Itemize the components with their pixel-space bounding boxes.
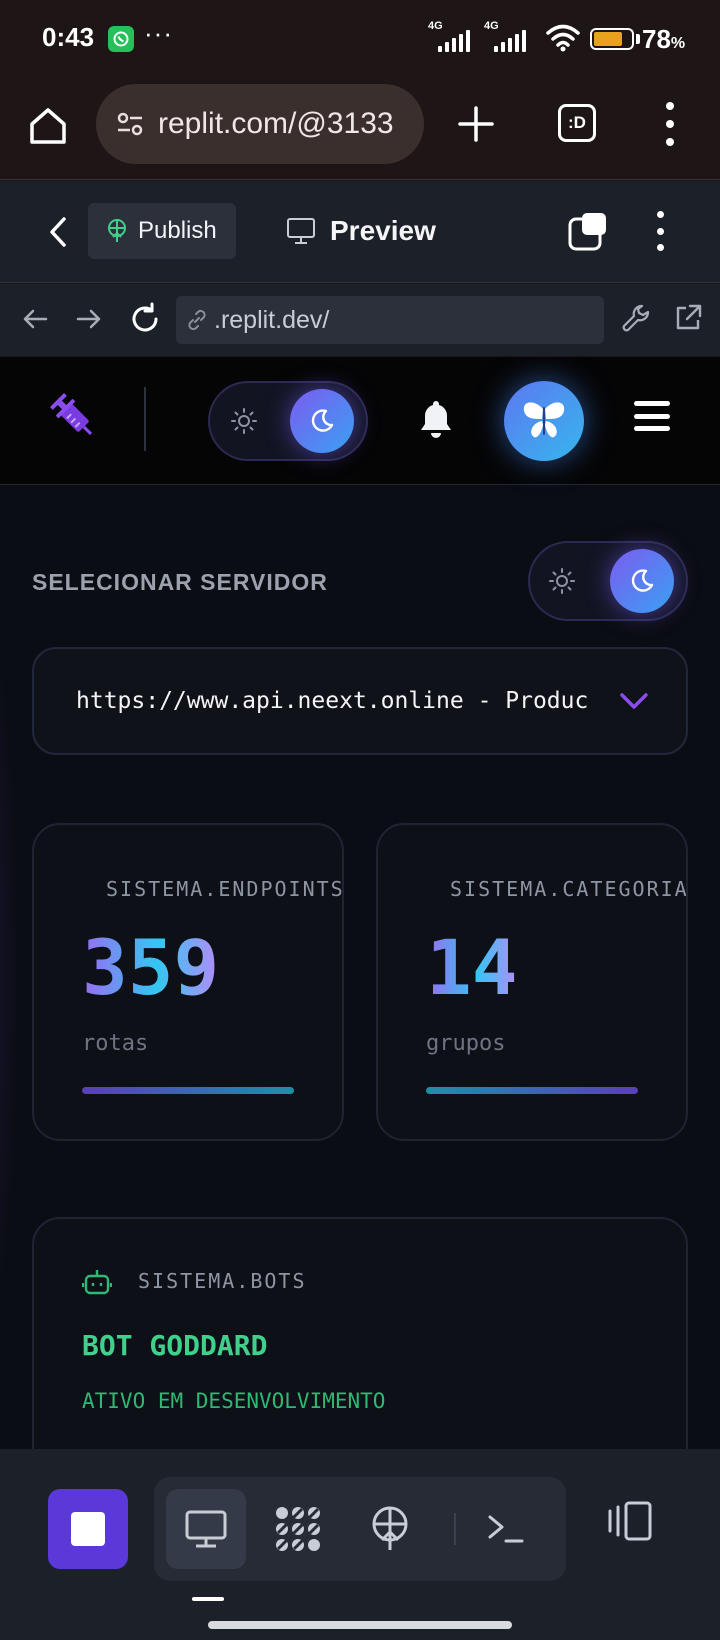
sun-icon: [549, 568, 575, 594]
publish-label: Publish: [138, 217, 217, 244]
app-header: [0, 357, 720, 485]
arrow-forward-icon[interactable]: [74, 304, 104, 334]
tabs-stack-icon[interactable]: [568, 211, 610, 253]
robot-icon: [82, 1270, 112, 1295]
tool-divider: [454, 1513, 456, 1545]
bot-section-title: SISTEMA.BOTS: [138, 1269, 307, 1293]
bot-name: BOT GODDARD: [82, 1329, 268, 1362]
moon-toggle-knob[interactable]: [290, 389, 354, 453]
butterfly-icon: [523, 402, 565, 438]
moon-toggle-knob[interactable]: [610, 549, 674, 613]
bot-card: SISTEMA.BOTS BOT GODDARD ATIVO EM DESENV…: [32, 1217, 688, 1449]
bot-status: ATIVO EM DESENVOLVIMENTO: [82, 1389, 386, 1413]
chevron-down-icon[interactable]: [618, 689, 650, 713]
url-text[interactable]: replit.com/@3133: [158, 107, 408, 141]
stat-bar: [82, 1087, 294, 1094]
whatsapp-icon: [108, 26, 134, 52]
external-link-icon[interactable]: [672, 302, 704, 334]
sun-icon: [231, 408, 257, 434]
replit-toolbar: Publish Preview: [0, 181, 720, 283]
back-chevron-icon[interactable]: [44, 215, 72, 249]
stop-button[interactable]: [48, 1489, 128, 1569]
home-indicator[interactable]: [208, 1621, 512, 1629]
tune-icon[interactable]: [114, 108, 146, 140]
agent-icon: [276, 1507, 320, 1551]
url-bar[interactable]: replit.com/@3133: [96, 84, 424, 164]
stat-bar: [426, 1087, 638, 1094]
battery-icon: [590, 28, 634, 50]
wifi-icon: [546, 24, 580, 52]
theme-toggle[interactable]: [208, 381, 368, 461]
panel-toggle-icon[interactable]: [606, 1499, 656, 1543]
reload-icon[interactable]: [128, 302, 162, 336]
terminal-icon: [488, 1515, 524, 1543]
workspace-tools: [154, 1477, 566, 1581]
monitor-icon: [287, 218, 315, 244]
status-bar: 0:43 ··· 4G 4G 78%: [0, 0, 720, 80]
preview-url-field[interactable]: .replit.dev/: [176, 296, 604, 344]
server-select[interactable]: https://www.api.neext.online - Productio…: [32, 647, 688, 755]
syringe-icon[interactable]: [48, 391, 100, 443]
stat-title: SISTEMA.ENDPOINTS: [106, 877, 344, 901]
app-preview: SELECIONAR SERVIDOR https://www.api.neex…: [0, 357, 720, 1449]
avatar[interactable]: [504, 381, 584, 461]
stat-card-endpoints: SISTEMA.ENDPOINTS 359 rotas: [32, 823, 344, 1141]
stat-value: 14: [426, 923, 518, 1012]
preview-label: Preview: [330, 215, 436, 246]
menu-icon[interactable]: [634, 401, 670, 431]
server-select-label: SELECIONAR SERVIDOR: [32, 569, 328, 595]
status-time: 0:43: [42, 22, 95, 52]
agent-tool-button[interactable]: [258, 1489, 338, 1569]
publish-button[interactable]: Publish: [88, 203, 236, 259]
publish-tool-button[interactable]: [350, 1489, 430, 1569]
link-icon: [188, 309, 206, 331]
preview-tab[interactable]: Preview: [286, 203, 436, 259]
stat-value: 359: [82, 923, 220, 1012]
shell-tool-button[interactable]: [466, 1489, 546, 1569]
arrow-back-icon[interactable]: [20, 304, 50, 334]
bell-icon[interactable]: [416, 397, 456, 441]
home-icon[interactable]: [26, 104, 70, 148]
nav-indicator: [192, 1597, 224, 1601]
publish-icon: [372, 1506, 408, 1550]
replit-bottom-bar: [0, 1449, 720, 1640]
browser-menu-icon[interactable]: [660, 102, 680, 146]
wrench-icon[interactable]: [620, 302, 654, 336]
preview-tool-button[interactable]: [166, 1489, 246, 1569]
moon-icon: [311, 409, 334, 432]
tabs-button[interactable]: :D: [558, 104, 596, 142]
theme-toggle[interactable]: [528, 541, 688, 621]
plus-icon[interactable]: [456, 104, 496, 144]
monitor-icon: [185, 1510, 227, 1548]
preview-address-row: .replit.dev/: [0, 284, 720, 356]
notification-dots: ···: [144, 18, 173, 48]
stat-card-categories: SISTEMA.CATEGORIAS 14 grupos: [376, 823, 688, 1141]
stop-icon: [71, 1512, 105, 1546]
battery-tip: [636, 34, 640, 44]
stat-title: SISTEMA.CATEGORIAS: [450, 877, 688, 901]
replit-menu-icon[interactable]: [652, 211, 668, 251]
stat-unit: rotas: [82, 1031, 149, 1056]
publish-icon: [108, 219, 126, 242]
header-divider: [144, 387, 146, 451]
moon-icon: [631, 569, 654, 592]
battery-percent: 78%: [642, 24, 686, 54]
server-select-value[interactable]: https://www.api.neext.online - Productio…: [76, 688, 588, 714]
stat-unit: grupos: [426, 1031, 506, 1056]
browser-bar: replit.com/@3133 :D: [0, 80, 720, 180]
preview-url-text[interactable]: .replit.dev/: [214, 306, 329, 335]
